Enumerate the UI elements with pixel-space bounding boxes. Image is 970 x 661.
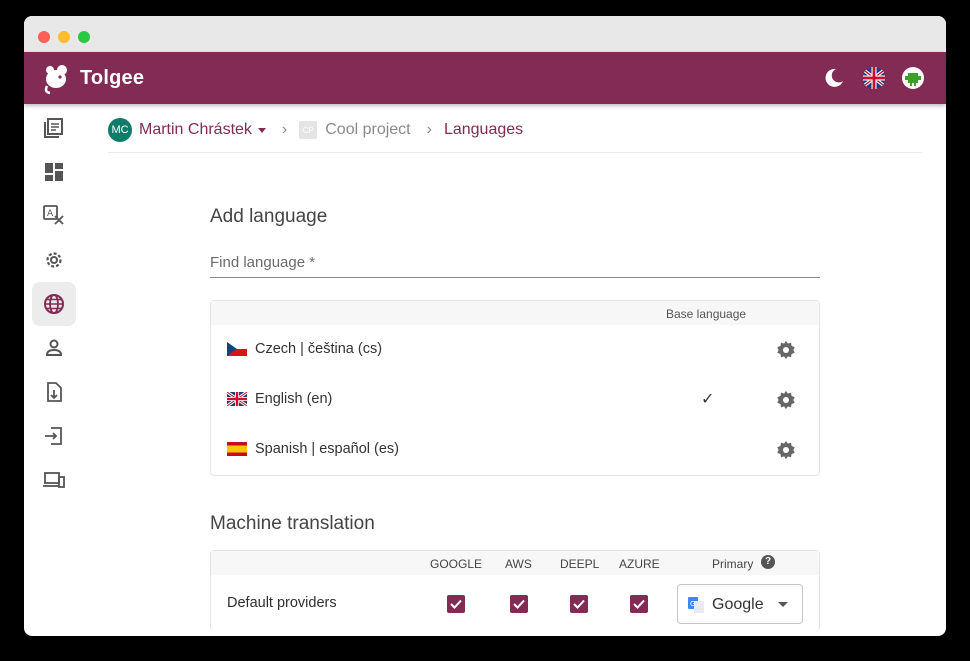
column-google: GOOGLE bbox=[430, 557, 483, 571]
deepl-checkbox[interactable] bbox=[570, 595, 588, 613]
dashboard-icon bbox=[45, 163, 63, 181]
primary-provider-value: Google bbox=[712, 596, 764, 613]
chevron-down-icon bbox=[778, 602, 788, 607]
language-row: Spanish | español (es) bbox=[211, 425, 819, 475]
breadcrumb-separator: › bbox=[426, 121, 432, 138]
azure-checkbox[interactable] bbox=[630, 595, 648, 613]
column-azure: AZURE bbox=[619, 557, 660, 571]
aws-checkbox[interactable] bbox=[510, 595, 528, 613]
czech-flag-icon bbox=[227, 342, 247, 356]
breadcrumb: MC Martin Chrástek › CP Cool project › L… bbox=[108, 118, 523, 142]
google-checkbox[interactable] bbox=[447, 595, 465, 613]
checkmark-icon bbox=[573, 599, 585, 609]
help-icon[interactable]: ? bbox=[761, 555, 775, 569]
language-icon bbox=[44, 294, 64, 314]
project-avatar: CP bbox=[299, 121, 318, 139]
column-aws: AWS bbox=[505, 557, 532, 571]
minimize-window-button[interactable] bbox=[58, 31, 70, 43]
spain-flag-icon bbox=[227, 442, 247, 456]
mt-provider-row: Default providers G Google bbox=[211, 575, 819, 631]
checkmark-icon bbox=[450, 599, 462, 609]
language-name: Czech | čeština (cs) bbox=[255, 341, 383, 357]
mt-table-header: GOOGLE AWS DEEPL AZURE Primary ? bbox=[211, 551, 819, 575]
language-row: English (en) ✓ bbox=[211, 375, 819, 425]
sidebar-item-integrate[interactable] bbox=[32, 458, 76, 502]
close-window-button[interactable] bbox=[38, 31, 50, 43]
svg-text:G: G bbox=[690, 600, 695, 608]
sidebar-item-export[interactable] bbox=[32, 414, 76, 458]
translate-icon: A bbox=[43, 205, 64, 225]
breadcrumb-current[interactable]: Languages bbox=[444, 121, 523, 139]
top-app-bar: Tolgee bbox=[24, 52, 946, 104]
members-icon bbox=[45, 339, 63, 356]
sidebar-item-settings[interactable] bbox=[32, 238, 76, 282]
gear-icon[interactable] bbox=[775, 339, 797, 361]
integrate-icon bbox=[43, 472, 65, 488]
language-name: Spanish | español (es) bbox=[255, 441, 400, 457]
base-language-check-icon: ✓ bbox=[701, 391, 715, 408]
user-avatar-icon[interactable] bbox=[901, 66, 925, 90]
machine-translation-title: Machine translation bbox=[210, 513, 375, 534]
sidebar-item-dashboard[interactable] bbox=[32, 150, 76, 194]
languages-table: Base language Czech | čeština (cs) Engli… bbox=[210, 300, 820, 476]
sidebar-item-import[interactable] bbox=[32, 370, 76, 414]
breadcrumb-owner[interactable]: Martin Chrástek bbox=[139, 121, 252, 139]
translations-icon bbox=[44, 118, 63, 138]
breadcrumb-project[interactable]: Cool project bbox=[325, 121, 410, 139]
app-window: Tolgee A MC Martin Chrástek › CP Cool pr… bbox=[24, 16, 946, 636]
gear-icon[interactable] bbox=[775, 439, 797, 461]
language-switch-flag-icon[interactable] bbox=[862, 66, 886, 90]
dark-mode-icon[interactable] bbox=[822, 66, 846, 90]
breadcrumb-separator: › bbox=[281, 121, 288, 138]
primary-provider-select[interactable]: G Google bbox=[677, 584, 803, 624]
svg-text:A: A bbox=[47, 209, 54, 219]
checkmark-icon bbox=[513, 599, 525, 609]
google-translate-icon: G bbox=[688, 597, 704, 613]
base-language-header: Base language bbox=[666, 307, 747, 321]
column-deepl: DEEPL bbox=[560, 557, 600, 571]
language-row: Czech | čeština (cs) bbox=[211, 325, 819, 375]
owner-avatar[interactable]: MC bbox=[108, 118, 132, 142]
window-titlebar bbox=[24, 16, 946, 52]
language-name: English (en) bbox=[255, 391, 333, 407]
gear-icon[interactable] bbox=[775, 389, 797, 411]
languages-table-header: Base language bbox=[211, 301, 819, 325]
breadcrumb-divider bbox=[108, 152, 922, 153]
sidebar-item-translations[interactable] bbox=[32, 106, 76, 150]
add-language-title: Add language bbox=[210, 206, 328, 227]
sidebar-item-translate[interactable]: A bbox=[32, 194, 76, 238]
column-primary: Primary bbox=[712, 557, 754, 571]
chevron-down-icon[interactable] bbox=[257, 128, 266, 133]
tolgee-logo-icon[interactable] bbox=[38, 60, 74, 96]
sidebar-item-languages[interactable] bbox=[32, 282, 76, 326]
import-icon bbox=[47, 382, 62, 402]
project-sidebar: A bbox=[24, 104, 84, 636]
machine-translation-table: GOOGLE AWS DEEPL AZURE Primary ? Default… bbox=[210, 550, 820, 631]
mt-row-label: Default providers bbox=[227, 595, 337, 611]
brand-name[interactable]: Tolgee bbox=[80, 67, 144, 90]
maximize-window-button[interactable] bbox=[78, 31, 90, 43]
settings-icon bbox=[46, 252, 62, 268]
export-icon bbox=[45, 427, 62, 445]
find-language-input[interactable]: Find language * bbox=[210, 254, 820, 278]
sidebar-item-members[interactable] bbox=[32, 326, 76, 370]
uk-flag-icon bbox=[227, 392, 247, 406]
checkmark-icon bbox=[633, 599, 645, 609]
